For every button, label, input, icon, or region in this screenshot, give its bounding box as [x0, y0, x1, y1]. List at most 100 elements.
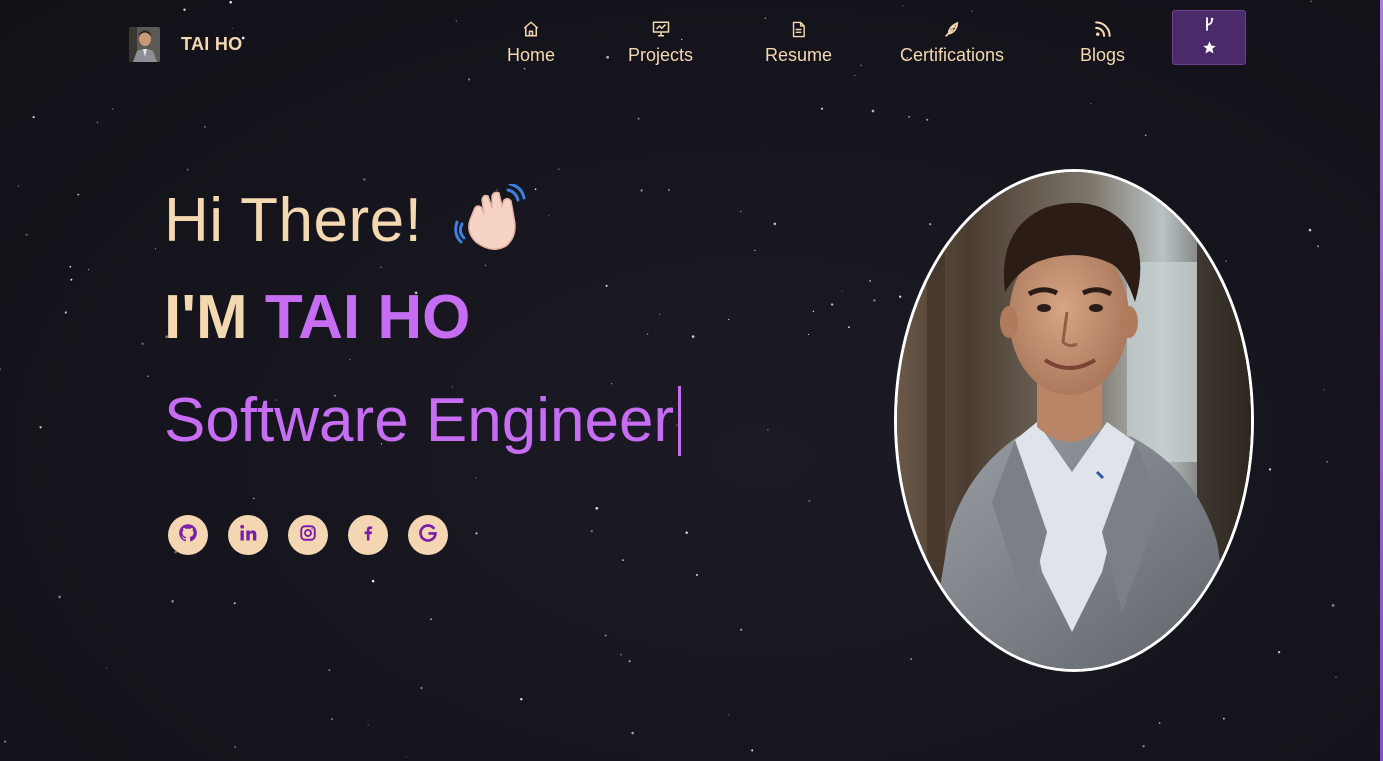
star-dot — [1317, 245, 1319, 248]
star-dot — [640, 189, 643, 192]
star-dot — [628, 660, 631, 663]
git-fork-icon — [1203, 16, 1215, 37]
star-dot — [112, 108, 114, 110]
star-dot — [812, 310, 815, 313]
star-dot — [873, 299, 876, 302]
star-dot — [1277, 651, 1281, 654]
star-dot — [520, 698, 523, 701]
star-dot — [0, 368, 2, 371]
star-dot — [69, 265, 72, 268]
star-dot — [1158, 722, 1161, 724]
instagram-link[interactable] — [288, 515, 328, 555]
star-dot — [685, 531, 688, 534]
star-dot — [928, 222, 932, 226]
star-dot — [233, 602, 236, 605]
star-dot — [1308, 228, 1312, 232]
star-dot — [77, 193, 80, 196]
star-dot — [754, 249, 756, 252]
star-dot — [229, 1, 232, 4]
star-dot — [691, 335, 695, 338]
star-dot — [141, 342, 144, 345]
star-dot — [32, 115, 35, 119]
facebook-link[interactable] — [348, 515, 388, 555]
star-dot — [622, 559, 624, 561]
star-dot — [534, 188, 537, 190]
intro-name: TAI HO — [264, 283, 471, 352]
star-dot — [557, 168, 560, 171]
star-dot — [808, 500, 811, 502]
star-dot — [64, 311, 67, 314]
star-dot — [420, 686, 423, 690]
star-dot — [4, 740, 7, 743]
star-dot — [331, 718, 333, 720]
nav-item-projects[interactable]: Projects — [628, 18, 693, 66]
presentation-icon — [651, 18, 671, 40]
nav-label-blogs: Blogs — [1080, 45, 1126, 65]
google-icon — [418, 523, 438, 548]
star-dot — [430, 618, 433, 621]
star-dot — [1144, 134, 1147, 137]
waving-hand-icon — [454, 182, 530, 261]
github-fork-star-button[interactable] — [1172, 10, 1246, 65]
star-dot — [637, 117, 640, 120]
star-dot — [467, 78, 471, 81]
hero-greeting: Hi There! — [164, 180, 530, 261]
github-icon — [178, 523, 198, 548]
star-dot — [595, 506, 599, 510]
star-dot — [620, 653, 622, 656]
facebook-icon — [359, 523, 377, 548]
star-dot — [204, 126, 206, 128]
feather-pen-icon — [943, 18, 962, 40]
star-dot — [405, 756, 407, 758]
nav-item-certifications[interactable]: Certifications — [900, 18, 1004, 66]
star-dot — [380, 266, 382, 269]
star-dot — [367, 724, 369, 726]
star-dot — [234, 746, 237, 748]
star-dot — [631, 731, 634, 735]
star-dot — [820, 107, 824, 110]
profile-portrait — [894, 169, 1254, 672]
star-dot — [39, 426, 42, 429]
star-dot — [830, 303, 834, 306]
star-dot — [475, 477, 477, 479]
star-dot — [841, 290, 843, 292]
star-dot — [328, 669, 331, 672]
star-dot — [1335, 676, 1337, 678]
star-dot — [484, 264, 486, 266]
nav-item-blogs[interactable]: Blogs — [1080, 18, 1125, 66]
star-dot — [910, 658, 912, 660]
rss-icon — [1093, 18, 1112, 40]
star-dot — [171, 599, 174, 603]
star-dot — [1142, 745, 1145, 748]
typing-cursor — [678, 385, 682, 456]
star-dot — [751, 749, 754, 752]
star-dot — [25, 233, 28, 236]
star-dot — [659, 313, 661, 315]
star-dot — [58, 595, 61, 599]
star-dot — [1331, 604, 1335, 607]
github-link[interactable] — [168, 515, 208, 555]
nav-item-home[interactable]: Home — [507, 18, 555, 66]
nav-label-home: Home — [507, 45, 556, 65]
star-dot — [926, 118, 929, 121]
nav-item-resume[interactable]: Resume — [765, 18, 832, 66]
star-dot — [1268, 468, 1272, 471]
star-dot — [848, 326, 850, 329]
star-dot — [908, 115, 911, 118]
star-dot — [668, 189, 670, 191]
linkedin-link[interactable] — [228, 515, 268, 555]
nav-label-certifications: Certifications — [900, 45, 1005, 65]
star-dot — [183, 8, 186, 11]
star-dot — [899, 295, 902, 298]
star-dot — [739, 210, 742, 213]
star-dot — [605, 284, 608, 287]
star-dot — [871, 109, 875, 113]
star-dot — [1090, 102, 1092, 105]
star-dot — [548, 214, 550, 216]
star-dot — [17, 185, 20, 187]
google-link[interactable] — [408, 515, 448, 555]
star-dot — [186, 168, 189, 171]
star-dot — [646, 333, 649, 335]
star-icon — [1202, 40, 1217, 60]
star-dot — [971, 10, 973, 12]
